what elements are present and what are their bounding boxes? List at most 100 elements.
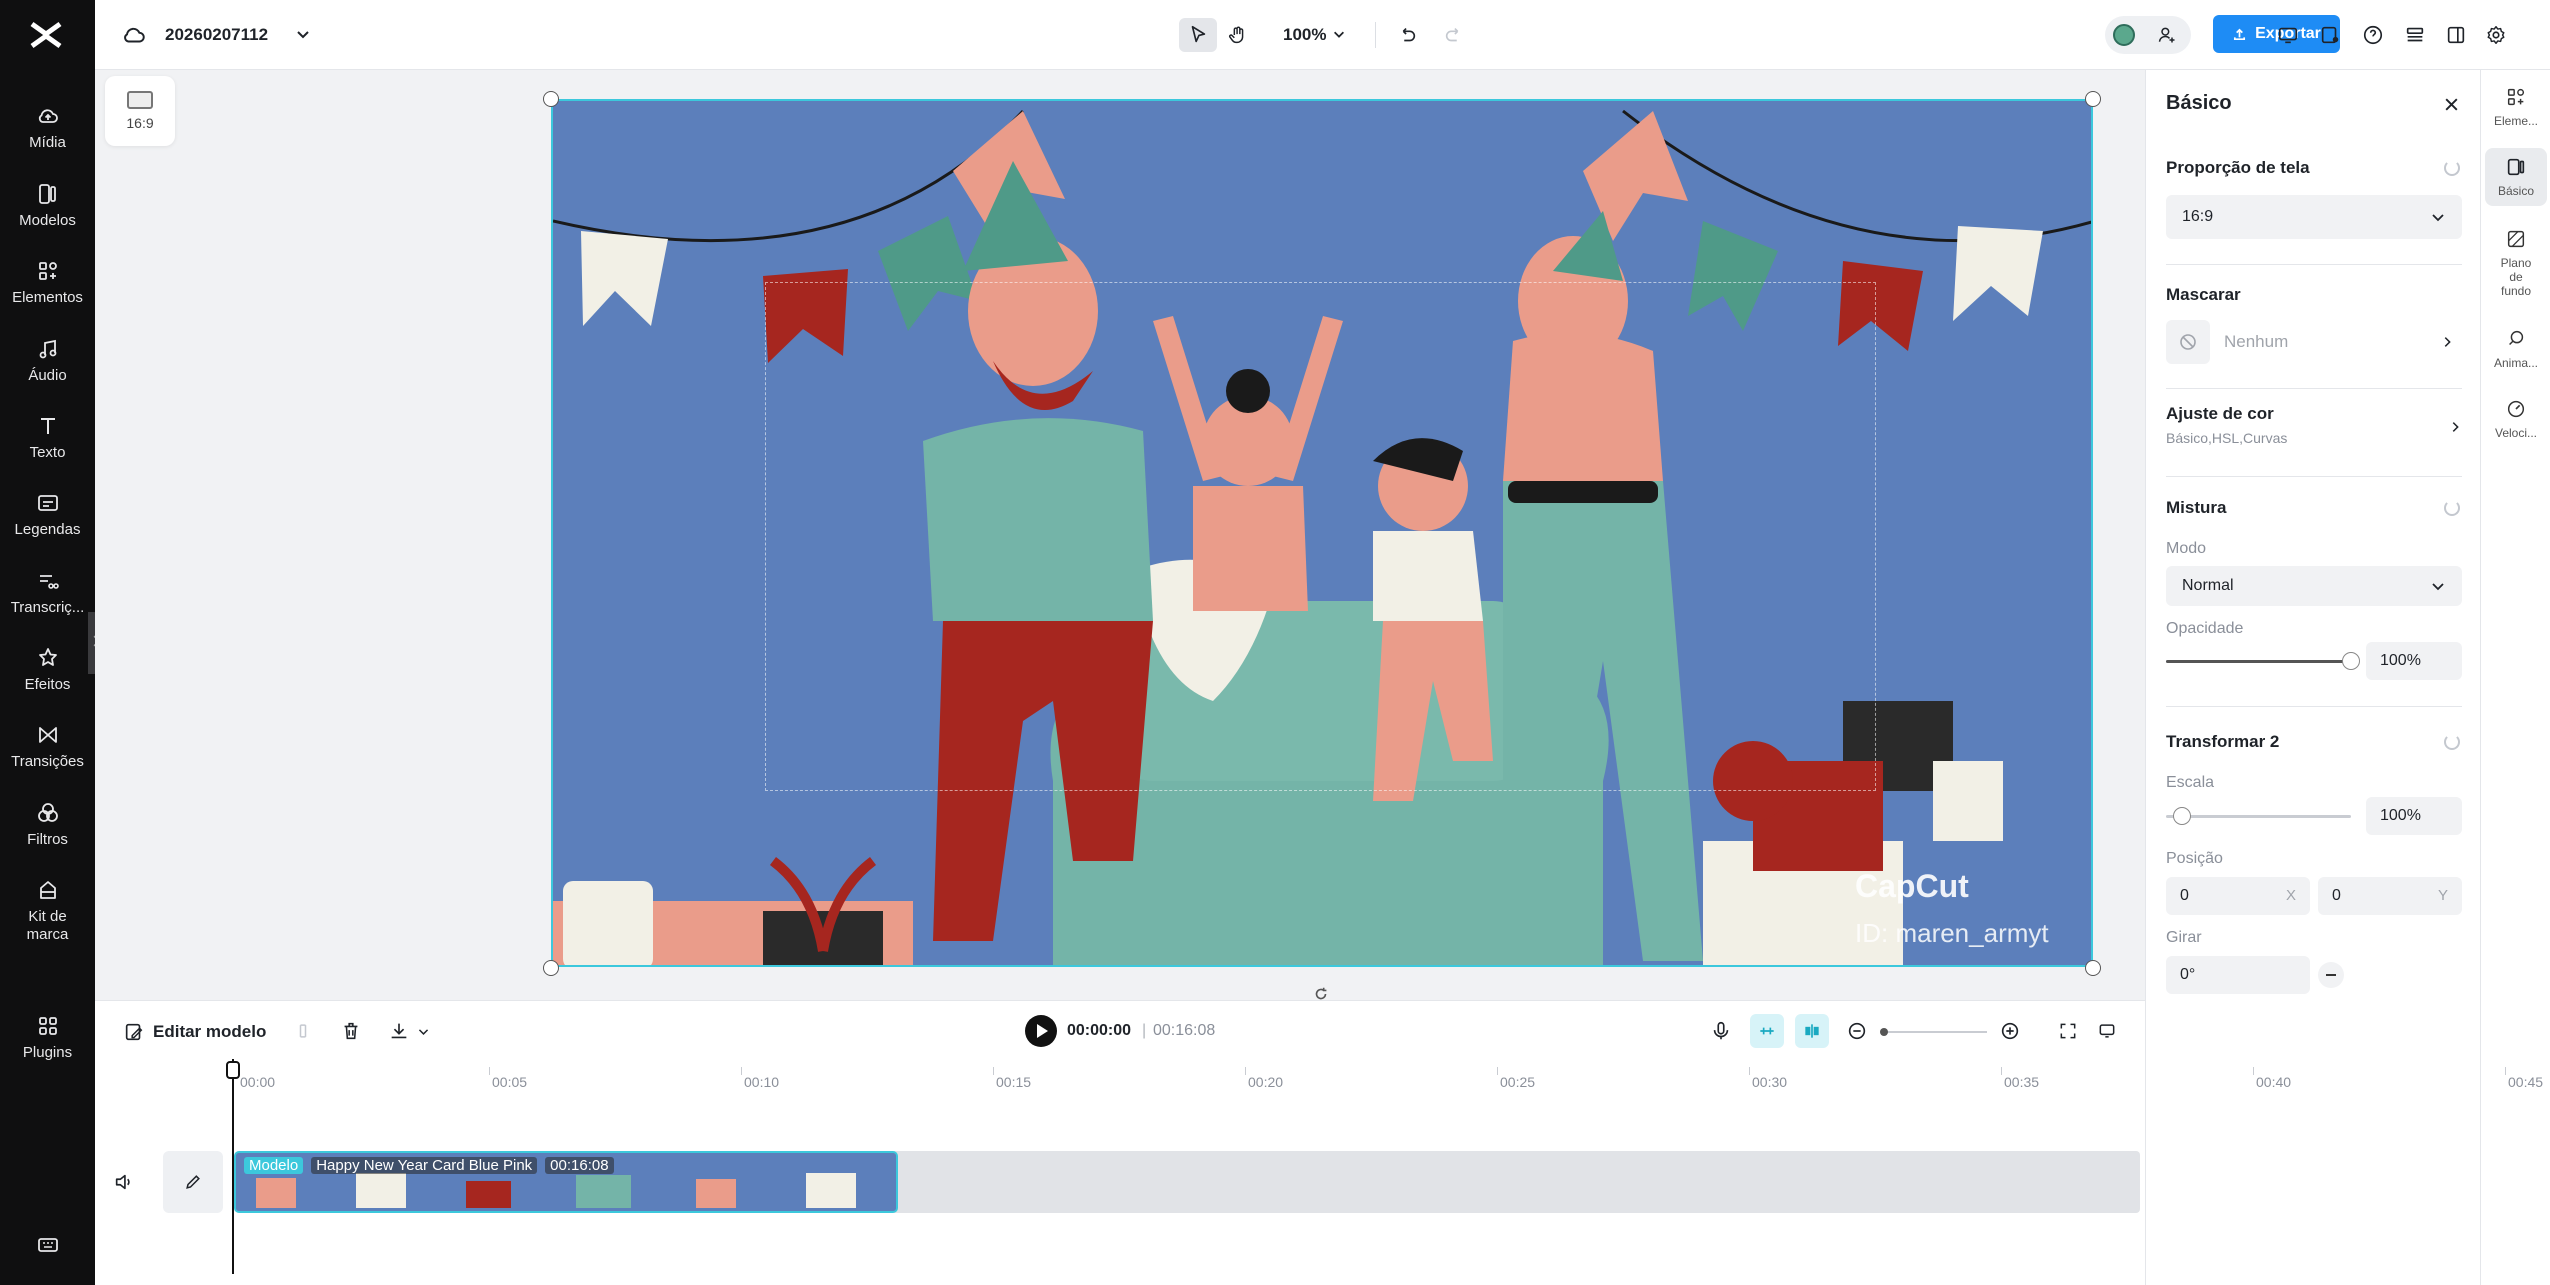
- chevron-down-icon[interactable]: [295, 26, 311, 42]
- sidebar-item-text[interactable]: Texto: [0, 414, 95, 462]
- resize-handle-bottom-left[interactable]: [543, 960, 559, 976]
- transform-section-title: Transformar 2: [2166, 732, 2280, 751]
- aspect-section-title: Proporção de tela: [2166, 158, 2310, 177]
- timeline-zoom-knob[interactable]: [1880, 1028, 1888, 1036]
- tab-basic[interactable]: Básico: [2485, 148, 2547, 206]
- auto-snap-icon[interactable]: [1750, 1014, 1784, 1048]
- video-preview[interactable]: [551, 99, 2093, 967]
- cloud-sync-icon[interactable]: [121, 22, 147, 48]
- tab-label: Veloci...: [2494, 426, 2538, 440]
- resize-handle-top-left[interactable]: [543, 91, 559, 107]
- tab-elements[interactable]: Eleme...: [2485, 86, 2547, 128]
- microphone-icon[interactable]: [1709, 1019, 1733, 1043]
- rotate-dial[interactable]: [2318, 962, 2344, 988]
- clip-name: Happy New Year Card Blue Pink: [311, 1157, 538, 1174]
- sidebar-item-media[interactable]: Mídia: [0, 104, 95, 152]
- reset-icon[interactable]: [2444, 734, 2460, 750]
- keyboard-shortcuts-icon[interactable]: [36, 1233, 60, 1257]
- project-name[interactable]: 20260207112: [165, 25, 268, 45]
- tab-animation[interactable]: Anima...: [2485, 328, 2547, 370]
- help-icon[interactable]: [2360, 22, 2386, 48]
- opacity-slider-knob[interactable]: [2342, 652, 2360, 670]
- ruler-tick: [2505, 1067, 2506, 1075]
- opacity-input[interactable]: 100%: [2366, 642, 2462, 680]
- aspect-ratio-chip[interactable]: 16:9: [105, 76, 175, 146]
- layers-icon[interactable]: [2402, 22, 2428, 48]
- sidebar-item-effects[interactable]: Efeitos: [0, 646, 95, 694]
- timeline-settings-icon[interactable]: [2095, 1019, 2119, 1043]
- cursor-icon: [1191, 25, 1206, 43]
- zoom-out-icon[interactable]: [1845, 1019, 1869, 1043]
- settings-gear-icon[interactable]: [2483, 22, 2509, 48]
- fit-timeline-icon[interactable]: [2056, 1019, 2080, 1043]
- mute-track-icon[interactable]: [113, 1171, 135, 1193]
- rotate-input[interactable]: 0°: [2166, 956, 2310, 994]
- reset-icon[interactable]: [2444, 160, 2460, 176]
- scale-slider-track[interactable]: [2166, 815, 2351, 818]
- aspect-ratio-select[interactable]: 16:9: [2166, 195, 2462, 239]
- scale-slider-knob[interactable]: [2173, 807, 2191, 825]
- track-edit-button[interactable]: [163, 1151, 223, 1213]
- timeline-zoom-slider[interactable]: [1882, 1031, 1987, 1033]
- template-clip[interactable]: Modelo Happy New Year Card Blue Pink 00:…: [234, 1151, 898, 1213]
- watermark-id: ID: maren_armyt: [1855, 918, 2049, 948]
- sidebar-item-label: Transcriç...: [10, 599, 85, 616]
- sidebar-item-label: Texto: [29, 444, 66, 461]
- close-icon[interactable]: [2443, 96, 2460, 113]
- blend-section-title: Mistura: [2166, 498, 2227, 517]
- ruler-tick: [489, 1067, 490, 1075]
- sidebar-item-templates[interactable]: Modelos: [0, 182, 95, 230]
- mask-selector[interactable]: Nenhum: [2166, 320, 2462, 364]
- tab-speed[interactable]: Veloci...: [2485, 398, 2547, 440]
- color-adjust-row[interactable]: Ajuste de cor Básico,HSL,Curvas: [2166, 404, 2462, 462]
- sidebar-item-elements[interactable]: Elementos: [0, 259, 95, 307]
- sidebar-item-brand-kit[interactable]: Kit de marca: [0, 878, 95, 944]
- collaborators-pill[interactable]: [2105, 16, 2191, 54]
- review-icon[interactable]: [2317, 22, 2343, 48]
- panel-layout-icon[interactable]: [2443, 22, 2469, 48]
- capcut-logo-icon[interactable]: [26, 18, 66, 52]
- safe-area-guide: [765, 282, 1876, 791]
- background-icon: [2507, 230, 2525, 248]
- sidebar-item-transcript[interactable]: Transcriç...: [0, 569, 95, 617]
- sidebar-item-filters[interactable]: Filtros: [0, 801, 95, 849]
- split-icon[interactable]: [291, 1019, 315, 1043]
- play-button[interactable]: [1025, 1015, 1057, 1047]
- chevron-down-icon: [2432, 214, 2444, 222]
- sidebar-item-audio[interactable]: Áudio: [0, 337, 95, 385]
- download-icon[interactable]: [387, 1019, 411, 1043]
- delete-icon[interactable]: [339, 1019, 363, 1043]
- watermark-brand: CapCut: [1855, 868, 1969, 904]
- zoom-level[interactable]: 100%: [1283, 25, 1326, 45]
- blend-mode-value: Normal: [2182, 577, 2234, 594]
- resize-handle-bottom-right[interactable]: [2085, 960, 2101, 976]
- edit-template-icon: [125, 1023, 143, 1041]
- zoom-chevron-down-icon[interactable]: [1332, 27, 1346, 41]
- ruler-tick: [2253, 1067, 2254, 1075]
- edit-template-button[interactable]: Editar modelo: [123, 1021, 266, 1043]
- transcript-icon: [39, 575, 59, 589]
- redo-button[interactable]: [1435, 18, 1473, 52]
- select-tool-button[interactable]: [1179, 18, 1217, 52]
- sidebar-item-plugins[interactable]: Plugins: [0, 1014, 95, 1062]
- blend-mode-select[interactable]: Normal: [2166, 566, 2462, 606]
- undo-button[interactable]: [1388, 18, 1426, 52]
- hand-tool-button[interactable]: [1219, 18, 1257, 52]
- playhead[interactable]: [232, 1059, 234, 1274]
- playhead-handle[interactable]: [226, 1061, 240, 1079]
- link-tracks-icon[interactable]: [1795, 1014, 1829, 1048]
- scale-input[interactable]: 100%: [2366, 797, 2462, 835]
- animation-icon: [2509, 330, 2524, 346]
- resize-handle-top-right[interactable]: [2085, 91, 2101, 107]
- download-chevron-down-icon[interactable]: [411, 1019, 435, 1043]
- present-screen-icon[interactable]: [2275, 22, 2301, 48]
- filters-icon: [37, 803, 58, 822]
- ruler-tick: [1497, 1067, 1498, 1075]
- color-section-title: Ajuste de cor: [2166, 404, 2274, 423]
- sidebar-item-label: Transições: [11, 753, 84, 770]
- sidebar-item-transitions[interactable]: Transições: [0, 723, 95, 771]
- tab-background[interactable]: Plano de fundo: [2485, 228, 2547, 298]
- sidebar-item-captions[interactable]: Legendas: [0, 491, 95, 539]
- zoom-in-icon[interactable]: [1998, 1019, 2022, 1043]
- reset-icon[interactable]: [2444, 500, 2460, 516]
